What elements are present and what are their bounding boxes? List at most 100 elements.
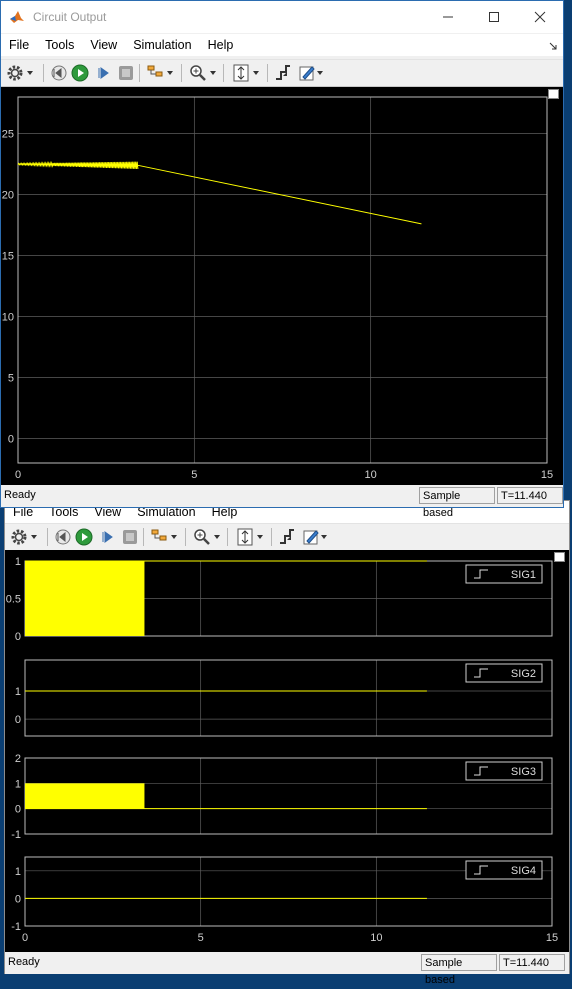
x-tick-label: 0 bbox=[15, 469, 21, 481]
step-back-button[interactable] bbox=[53, 527, 73, 547]
step-forward-button[interactable] bbox=[97, 527, 117, 547]
highlight-icon bbox=[147, 65, 163, 77]
signal-fill-sig1 bbox=[25, 561, 145, 636]
dropdown-arrow-icon[interactable] bbox=[214, 535, 220, 539]
dropdown-arrow-icon[interactable] bbox=[31, 535, 37, 539]
stop-icon bbox=[123, 530, 137, 544]
y-tick-label: -1 bbox=[11, 829, 21, 841]
y-tick-label: 1 bbox=[15, 866, 21, 878]
close-button[interactable] bbox=[517, 1, 563, 33]
y-tick-label: 1 bbox=[15, 778, 21, 790]
edit-button[interactable] bbox=[301, 527, 321, 547]
dropdown-arrow-icon[interactable] bbox=[210, 71, 216, 75]
menu-file[interactable]: File bbox=[1, 34, 37, 56]
scope-window-multi: File Tools View Simulation Help 0 0.5 1 SIG… bbox=[4, 500, 570, 986]
stop-button[interactable] bbox=[120, 527, 140, 547]
menu-tools[interactable]: Tools bbox=[37, 34, 82, 56]
plot-panel: 0 5 10 15 20 25 0 5 10 15 bbox=[1, 87, 563, 485]
y-tick-label: 25 bbox=[2, 129, 14, 141]
zoom-in-button[interactable] bbox=[192, 527, 212, 547]
trigger-icon bbox=[280, 529, 294, 544]
menu-view[interactable]: View bbox=[82, 34, 125, 56]
toolbar bbox=[1, 59, 563, 87]
trigger-button[interactable] bbox=[273, 63, 293, 83]
run-icon bbox=[75, 528, 93, 546]
x-tick-label: 5 bbox=[198, 932, 204, 944]
highlight-button[interactable] bbox=[149, 527, 169, 547]
dropdown-arrow-icon[interactable] bbox=[167, 71, 173, 75]
highlight-button[interactable] bbox=[145, 63, 165, 83]
toolbar-separator bbox=[47, 528, 48, 546]
dropdown-arrow-icon[interactable] bbox=[257, 535, 263, 539]
axes-frame bbox=[17, 96, 548, 464]
status-ready: Ready bbox=[8, 956, 40, 968]
dropdown-arrow-icon[interactable] bbox=[27, 71, 33, 75]
legend-label: SIG3 bbox=[511, 766, 536, 778]
gear-button[interactable] bbox=[5, 63, 25, 83]
step-forward-button[interactable] bbox=[93, 63, 113, 83]
status-time: T=11.440 bbox=[497, 487, 563, 504]
toolbar bbox=[5, 523, 569, 551]
run-button[interactable] bbox=[70, 63, 90, 83]
run-button[interactable] bbox=[74, 527, 94, 547]
x-tick-label: 0 bbox=[22, 932, 28, 944]
gear-button[interactable] bbox=[9, 527, 29, 547]
y-tick-label: 2 bbox=[15, 753, 21, 765]
stop-button[interactable] bbox=[116, 63, 136, 83]
dropdown-arrow-icon[interactable] bbox=[317, 71, 323, 75]
legend-label: SIG1 bbox=[511, 569, 536, 581]
autoscale-button[interactable] bbox=[235, 527, 255, 547]
trigger-icon bbox=[276, 65, 290, 80]
undock-icon[interactable] bbox=[548, 89, 559, 99]
dock-arrow-icon[interactable] bbox=[549, 42, 557, 50]
zoom-in-icon bbox=[194, 529, 210, 545]
dropdown-arrow-icon[interactable] bbox=[253, 71, 259, 75]
y-tick-label: 0 bbox=[8, 434, 14, 446]
status-bar: Ready Sample based T=11.440 bbox=[1, 485, 563, 519]
autoscale-button[interactable] bbox=[231, 63, 251, 83]
status-mode: Sample based bbox=[419, 487, 495, 519]
trigger-button[interactable] bbox=[277, 527, 297, 547]
toolbar-separator bbox=[185, 528, 186, 546]
y-tick-label: 20 bbox=[2, 190, 14, 202]
window-title: Circuit Output bbox=[33, 10, 107, 24]
status-time: T=11.440 bbox=[499, 954, 565, 971]
zoom-in-icon bbox=[190, 65, 206, 81]
step-back-button[interactable] bbox=[49, 63, 69, 83]
main-plot-canvas: 0 5 10 15 20 25 0 5 10 15 bbox=[2, 96, 553, 481]
undock-icon[interactable] bbox=[554, 552, 565, 562]
zoom-in-button[interactable] bbox=[188, 63, 208, 83]
edit-button[interactable] bbox=[297, 63, 317, 83]
y-tick-label: 0 bbox=[15, 631, 21, 643]
y-tick-label: 0 bbox=[15, 804, 21, 816]
minimize-button[interactable] bbox=[425, 1, 471, 33]
maximize-button[interactable] bbox=[471, 1, 517, 33]
x-tick-label: 10 bbox=[370, 932, 382, 944]
highlight-icon bbox=[151, 529, 167, 541]
status-mode: Sample based bbox=[421, 954, 497, 986]
step-back-icon bbox=[51, 65, 67, 81]
menu-help[interactable]: Help bbox=[200, 34, 242, 56]
y-tick-label: 1 bbox=[15, 686, 21, 698]
toolbar-separator bbox=[271, 528, 272, 546]
toolbar-separator bbox=[181, 64, 182, 82]
y-tick-label: 1 bbox=[15, 556, 21, 568]
y-tick-label: 0.5 bbox=[6, 594, 21, 606]
x-tick-label: 5 bbox=[191, 469, 197, 481]
y-tick-label: 0 bbox=[15, 893, 21, 905]
step-forward-icon bbox=[102, 531, 113, 543]
stop-icon bbox=[119, 66, 133, 80]
toolbar-separator bbox=[43, 64, 44, 82]
dropdown-arrow-icon[interactable] bbox=[171, 535, 177, 539]
status-bar: Ready Sample based T=11.440 bbox=[5, 952, 569, 986]
legend-label: SIG2 bbox=[511, 668, 536, 680]
trace-noise bbox=[17, 161, 139, 170]
menu-simulation[interactable]: Simulation bbox=[125, 34, 199, 56]
minimize-icon bbox=[443, 16, 453, 18]
toolbar-separator bbox=[143, 528, 144, 546]
status-ready: Ready bbox=[4, 489, 36, 501]
y-tick-label: 10 bbox=[2, 312, 14, 324]
step-back-icon bbox=[55, 529, 71, 545]
autoscale-icon bbox=[237, 528, 253, 546]
dropdown-arrow-icon[interactable] bbox=[321, 535, 327, 539]
